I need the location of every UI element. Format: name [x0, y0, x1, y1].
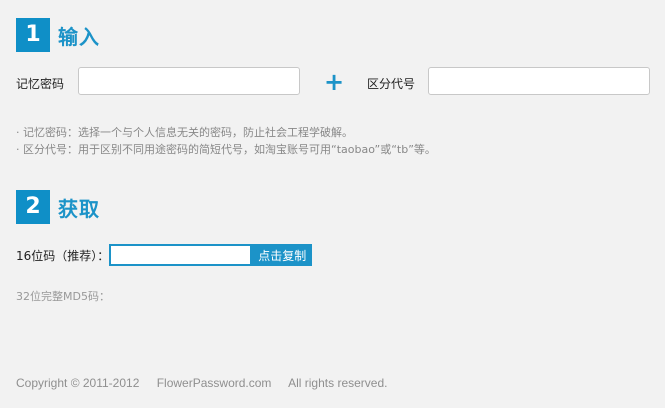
code32-label: 32位完整MD5码：: [16, 290, 110, 303]
hints-block: · 记忆密码：选择一个与个人信息无关的密码，防止社会工程学破解。 · 区分代号：…: [16, 124, 436, 158]
section-header-input: 1 输入: [16, 18, 100, 52]
code16-output[interactable]: [109, 244, 253, 266]
step-number-badge: 1: [16, 18, 50, 52]
footer-rights: All rights reserved.: [288, 376, 388, 390]
memory-password-label: 记忆密码: [16, 77, 65, 91]
copy-button[interactable]: 点击复制: [252, 244, 313, 266]
distinguish-code-label: 区分代号: [367, 77, 416, 91]
step-number-badge: 2: [16, 190, 50, 224]
memory-password-input[interactable]: [78, 67, 300, 95]
code16-label: 16位码（推荐）：: [16, 248, 110, 263]
result-row: 16位码（推荐）： 点击复制: [16, 244, 313, 266]
footer: Copyright © 2011-2012 FlowerPassword.com…: [16, 376, 401, 390]
section-header-get: 2 获取: [16, 190, 100, 224]
input-row: 记忆密码 + 区分代号: [16, 67, 650, 97]
section-title-get: 获取: [58, 196, 100, 221]
section-title-input: 输入: [58, 24, 100, 49]
footer-copyright: Copyright © 2011-2012: [16, 376, 140, 390]
hint-distinguish-code: · 区分代号：用于区别不同用途密码的简短代号，如淘宝账号可用“taobao”或“…: [16, 143, 436, 156]
footer-site: FlowerPassword.com: [156, 376, 272, 390]
distinguish-code-input[interactable]: [428, 67, 650, 95]
hint-memory-password: · 记忆密码：选择一个与个人信息无关的密码，防止社会工程学破解。: [16, 126, 353, 139]
plus-icon: +: [324, 68, 345, 96]
